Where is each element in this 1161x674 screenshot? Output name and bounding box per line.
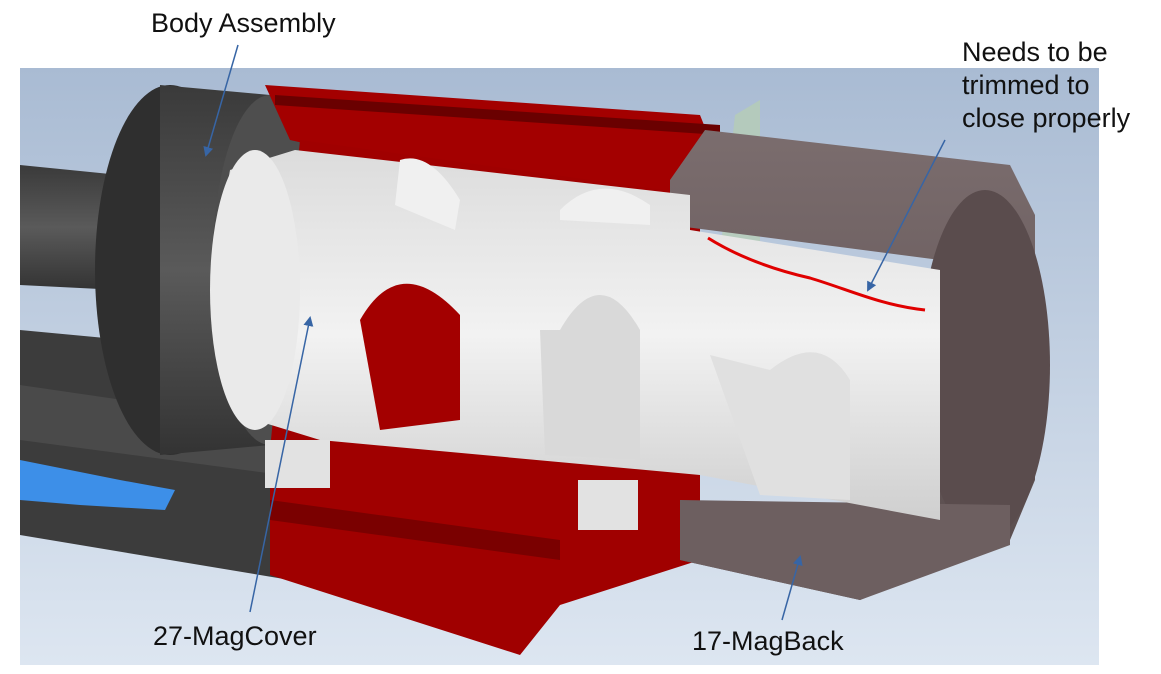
needs-trim-label: Needs to be trimmed to close properly xyxy=(962,37,1131,133)
mag-back-label: 17-MagBack xyxy=(692,626,844,656)
body-assembly-label: Body Assembly xyxy=(151,8,336,38)
mag-cover-label: 27-MagCover xyxy=(153,621,317,651)
